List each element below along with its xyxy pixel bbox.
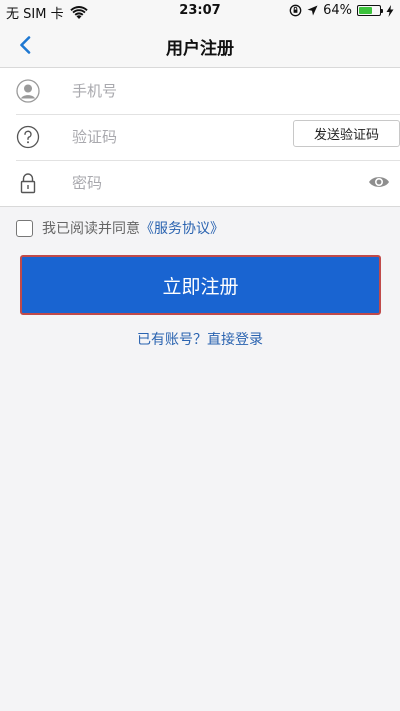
service-agreement-link[interactable]: 《服务协议》 (140, 218, 224, 238)
agreement-row: 我已阅读并同意 《服务协议》 (16, 218, 224, 238)
battery-percent: 64% (323, 3, 352, 18)
lock-icon (16, 171, 40, 195)
verification-code-input[interactable] (72, 125, 272, 149)
orientation-lock-icon (289, 4, 302, 17)
agreement-checkbox[interactable] (16, 219, 33, 237)
status-right: 64% (289, 3, 394, 18)
battery-level (359, 7, 372, 14)
battery-cap (381, 9, 383, 13)
user-icon (16, 79, 40, 103)
password-row (0, 160, 400, 206)
question-icon (16, 125, 40, 149)
page-title: 用户注册 (166, 39, 234, 59)
eye-icon[interactable] (368, 174, 390, 190)
send-code-button[interactable]: 发送验证码 (293, 120, 400, 147)
charging-bolt-icon (386, 4, 394, 17)
registration-form: 发送验证码 (0, 68, 400, 207)
status-bar: 无 SIM 卡 23:07 64% (0, 0, 400, 22)
login-link[interactable]: 已有账号？直接登录 (0, 329, 400, 349)
phone-row (0, 68, 400, 114)
agreement-text: 我已阅读并同意 (42, 221, 140, 237)
code-row: 发送验证码 (0, 114, 400, 160)
phone-input[interactable] (72, 79, 272, 103)
nav-bar: 用户注册 (0, 22, 400, 68)
location-icon (307, 5, 318, 16)
battery-icon (357, 5, 383, 16)
password-input[interactable] (72, 171, 272, 195)
register-button[interactable]: 立即注册 (20, 255, 381, 315)
